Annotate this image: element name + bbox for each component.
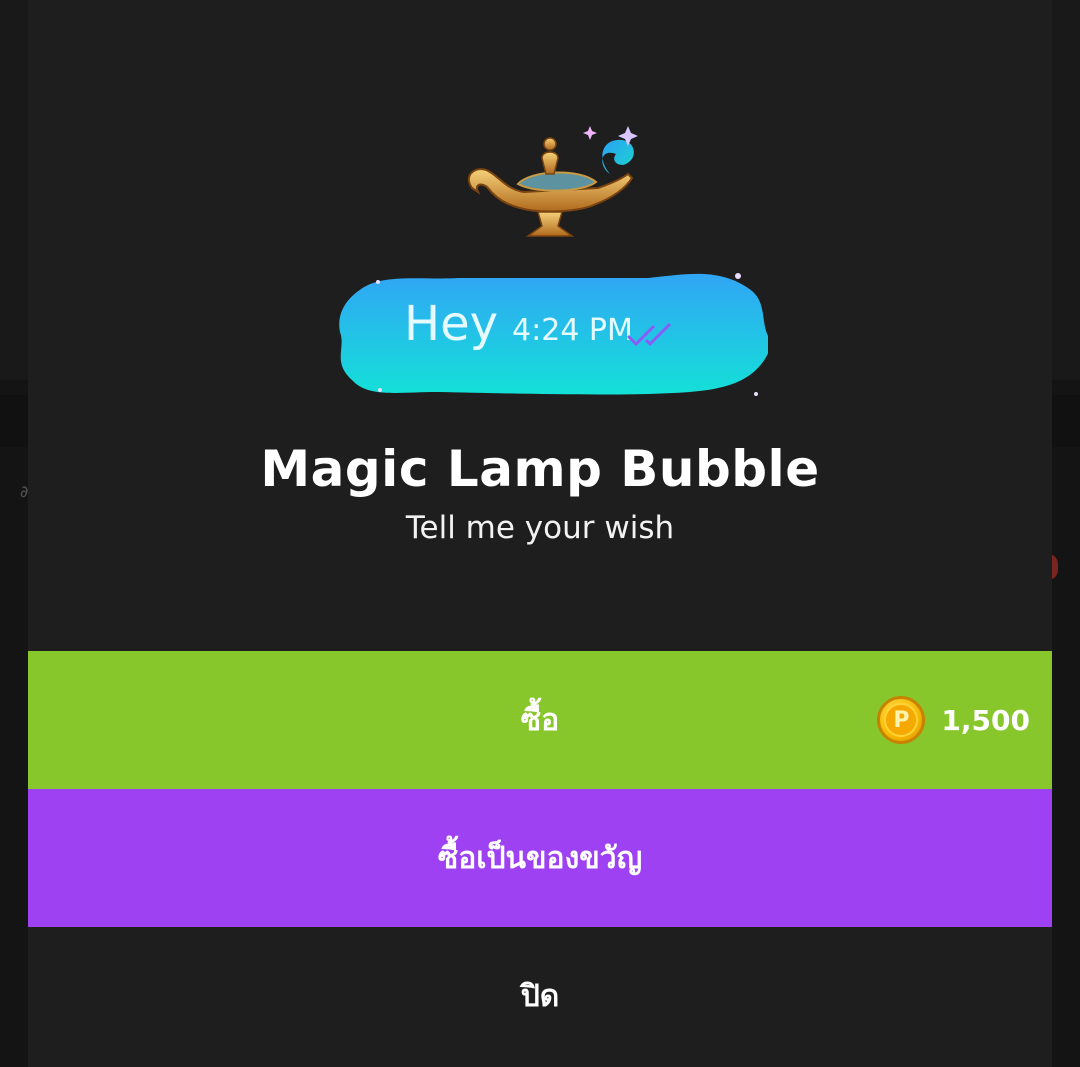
bubble-message: Hey 4:24 PM xyxy=(404,296,633,360)
coin-icon: P xyxy=(877,696,926,744)
coin-letter: P xyxy=(884,703,919,737)
purchase-sheet: Hey 4:24 PM Magic Lamp Bubble Tell me yo… xyxy=(28,0,1052,1067)
price-amount: 1,500 xyxy=(941,703,1030,737)
buy-as-gift-label: ซื้อเป็นของขวัญ xyxy=(437,840,643,876)
close-button[interactable]: ปิด xyxy=(28,927,1052,1065)
item-subtitle: Tell me your wish xyxy=(405,510,675,546)
buy-as-gift-button[interactable]: ซื้อเป็นของขวัญ xyxy=(28,789,1052,927)
bubble-preview: Hey 4:24 PM xyxy=(28,0,1052,420)
buy-button-label: ซื้อ xyxy=(520,702,560,738)
bubble-message-text: Hey xyxy=(404,296,499,352)
price-tag: P 1,500 xyxy=(877,695,1030,745)
magic-lamp-icon xyxy=(467,126,638,237)
buy-button[interactable]: ซื้อ P 1,500 xyxy=(28,651,1052,789)
double-check-icon xyxy=(626,322,672,346)
close-button-label: ปิด xyxy=(520,978,560,1014)
bubble-message-time: 4:24 PM xyxy=(512,313,633,348)
item-title: Magic Lamp Bubble xyxy=(260,440,820,498)
